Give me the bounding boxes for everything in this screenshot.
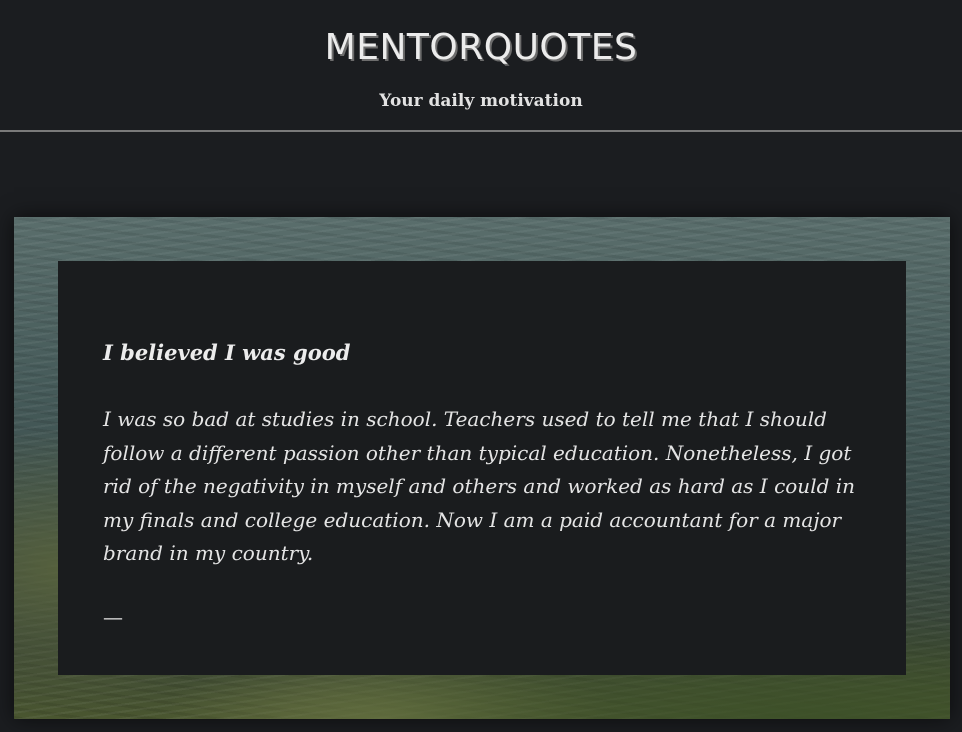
quote-body: I was so bad at studies in school. Teach… (103, 407, 856, 565)
site-tagline: Your daily motivation (379, 91, 583, 111)
quote-attribution: — (103, 604, 123, 629)
site-header: MENTORQUOTES Your daily motivation (0, 0, 962, 132)
quote-title: I believed I was good (103, 340, 351, 365)
quote-card: I believed I was good I was so bad at st… (58, 261, 906, 675)
site-title[interactable]: MENTORQUOTES (0, 26, 962, 70)
